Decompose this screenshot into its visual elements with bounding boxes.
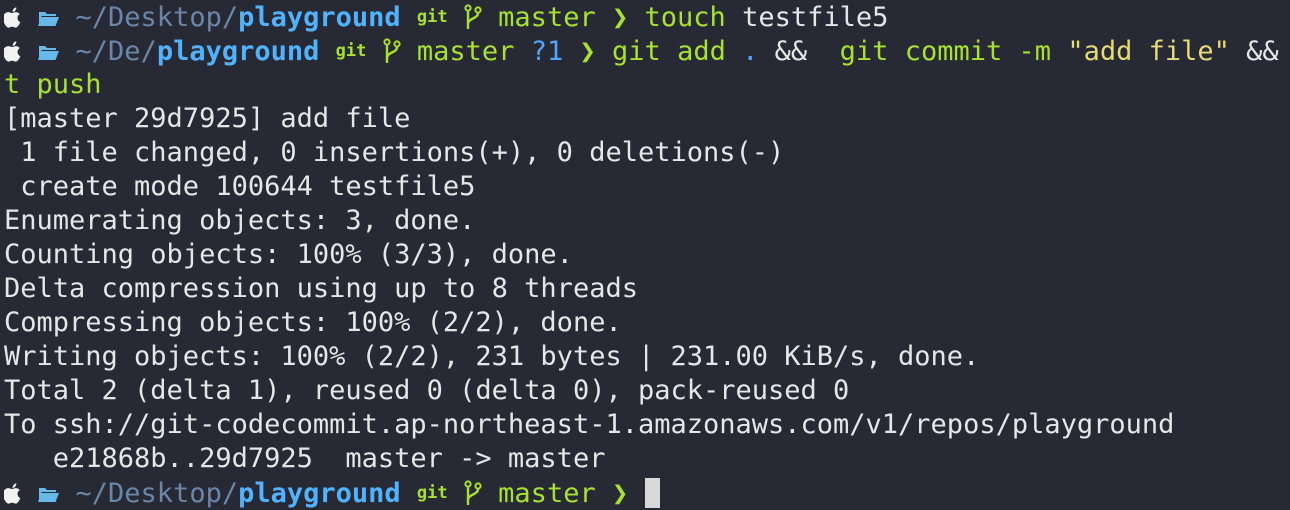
command-name: git [839, 36, 889, 67]
output-line: Total 2 (delta 1), reused 0 (delta 0), p… [4, 375, 850, 406]
command-operator: && [774, 36, 808, 67]
output-line: Compressing objects: 100% (2/2), done. [4, 307, 622, 338]
path-current-dir: playground [156, 36, 320, 67]
output-line: To ssh://git-codecommit.ap-northeast-1.a… [4, 409, 1175, 440]
apple-icon [4, 36, 21, 67]
output-line: create mode 100644 testfile5 [4, 171, 476, 202]
git-label: git [335, 41, 367, 61]
command-name: git [612, 36, 661, 67]
command-operator: && [1246, 36, 1279, 67]
command-flag: -m [1018, 36, 1052, 67]
output-line: Enumerating objects: 3, done. [4, 205, 476, 236]
prompt-line: ~/Desktop/playground git master ❯ touch … [4, 0, 1290, 34]
output-line: [master 29d7925] add file [4, 103, 411, 134]
folder-icon [37, 2, 60, 33]
apple-icon [4, 2, 21, 33]
output-line: Writing objects: 100% (2/2), 231 bytes |… [4, 341, 980, 372]
git-label: git [416, 483, 448, 503]
command-arg: . [742, 36, 759, 67]
git-branch-icon [383, 36, 401, 67]
folder-icon [37, 36, 60, 67]
command-args: testfile5 [742, 2, 889, 33]
prompt-line: ~/De/playground git master ?1 ❯ git add … [4, 34, 1290, 68]
branch-name: master [498, 2, 596, 33]
command-name: touch [644, 2, 726, 33]
output-line: Delta compression using up to 8 threads [4, 273, 638, 304]
git-branch-icon [464, 2, 482, 33]
path-prefix: ~/Desktop/ [75, 478, 239, 509]
branch-name: master [498, 478, 596, 509]
output-line: 1 file changed, 0 insertions(+), 0 delet… [4, 137, 785, 168]
path-current-dir: playground [238, 478, 401, 509]
folder-icon [37, 478, 60, 509]
command-name: t [4, 69, 21, 100]
path-current-dir: playground [238, 2, 401, 33]
prompt-arrow: ❯ [611, 478, 629, 509]
prompt-arrow: ❯ [579, 36, 596, 67]
prompt-line-wrap: t push [4, 68, 1290, 102]
git-branch-icon [464, 478, 482, 509]
branch-name: master [416, 36, 515, 67]
apple-icon [4, 478, 21, 509]
terminal-window[interactable]: ~/Desktop/playground git master ❯ touch … [0, 0, 1290, 510]
command-subcommand: commit [904, 36, 1003, 67]
prompt-line: ~/Desktop/playground git master ❯ [4, 476, 1290, 510]
command-subcommand: add [677, 36, 726, 67]
git-label: git [416, 7, 448, 27]
output-line: e21868b..29d7925 master -> master [4, 443, 606, 474]
output-line: Counting objects: 100% (3/3), done. [4, 239, 573, 270]
command-subcommand: push [36, 69, 102, 100]
git-status: ?1 [530, 36, 564, 67]
text-cursor[interactable] [644, 478, 660, 508]
path-prefix: ~/Desktop/ [75, 2, 239, 33]
command-string: "add file" [1067, 36, 1230, 67]
prompt-arrow: ❯ [611, 2, 629, 33]
path-prefix: ~/De/ [75, 36, 157, 67]
